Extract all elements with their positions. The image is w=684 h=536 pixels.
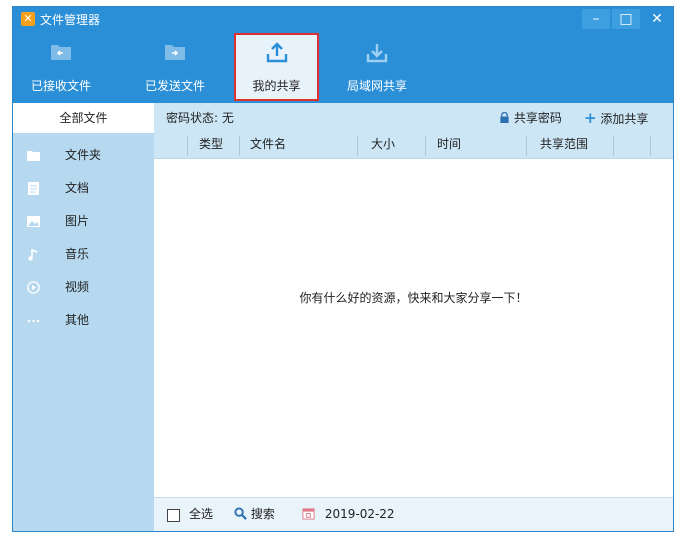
- column-separator[interactable]: [613, 136, 614, 156]
- plus-icon: +: [584, 109, 597, 127]
- add-share-button[interactable]: + 添加共享: [584, 103, 648, 134]
- search-label: 搜索: [250, 507, 275, 521]
- document-icon: [28, 182, 39, 195]
- app-logo-icon: ✕: [21, 12, 35, 26]
- sidebar-item-label: 其他: [65, 313, 90, 327]
- sidebar-item-other[interactable]: 其他: [13, 304, 154, 337]
- file-list-header: 类型 文件名 大小 时间 共享范围: [154, 133, 673, 159]
- empty-message: 你有什么好的资源，快来和大家分享一下！: [299, 291, 528, 305]
- column-filename[interactable]: 文件名: [250, 133, 286, 158]
- sidebar-item-documents[interactable]: 文档: [13, 172, 154, 205]
- sidebar-item-label: 音乐: [65, 247, 90, 261]
- sidebar-item-folders[interactable]: 文件夹: [13, 139, 154, 172]
- upload-icon: [266, 42, 287, 63]
- column-separator[interactable]: [357, 136, 358, 156]
- sidebar: 全部文件 文件夹 文档 图片 音乐 视频 其他: [13, 103, 154, 531]
- sidebar-item-video[interactable]: 视频: [13, 271, 154, 304]
- date-picker[interactable]: 2019-02-22: [302, 498, 395, 531]
- select-all-checkbox[interactable]: [167, 509, 180, 522]
- folder-icon: [27, 151, 40, 161]
- toolbar-label: 已接收文件: [30, 79, 91, 93]
- sidebar-item-music[interactable]: 音乐: [13, 238, 154, 271]
- sidebar-item-label: 视频: [65, 280, 90, 294]
- add-share-label: 添加共享: [600, 112, 649, 126]
- share-password-label: 共享密码: [513, 111, 562, 125]
- lock-icon: [500, 111, 509, 123]
- toolbar-lan-share[interactable]: 局域网共享: [335, 33, 419, 101]
- share-password-button[interactable]: 共享密码: [499, 103, 562, 133]
- column-separator[interactable]: [425, 136, 426, 156]
- sent-folder-icon: [165, 45, 185, 60]
- column-time[interactable]: 时间: [437, 133, 461, 158]
- sidebar-item-label: 图片: [65, 214, 90, 228]
- minimize-button[interactable]: –: [582, 9, 610, 29]
- share-info-bar: 密码状态: 无 共享密码 + 添加共享: [154, 103, 673, 133]
- sidebar-item-images[interactable]: 图片: [13, 205, 154, 238]
- title-bar: ✕ 文件管理器 – □ ✕: [13, 7, 673, 33]
- download-icon: [366, 44, 388, 63]
- toolbar-sent-files[interactable]: 已发送文件: [133, 33, 217, 101]
- music-icon: [28, 249, 37, 261]
- column-type[interactable]: 类型: [199, 133, 223, 158]
- toolbar-label: 局域网共享: [346, 79, 407, 93]
- toolbar-my-share[interactable]: 我的共享: [234, 33, 319, 101]
- image-icon: [27, 216, 40, 227]
- sidebar-item-label: 文件夹: [65, 148, 102, 162]
- toolbar-received-files[interactable]: 已接收文件: [19, 33, 103, 101]
- date-value: 2019-02-22: [324, 507, 395, 521]
- footer-bar: 全选 搜索 2019-02-22: [154, 497, 673, 531]
- video-icon: [27, 281, 40, 294]
- toolbar-label: 我的共享: [252, 79, 301, 93]
- column-separator[interactable]: [650, 136, 651, 156]
- header-bar: ✕ 文件管理器 – □ ✕ 已接收文件 已发送文件 我的共享 局域网共享: [13, 7, 673, 103]
- select-all-label[interactable]: 全选: [189, 498, 213, 531]
- received-folder-icon: [51, 45, 71, 60]
- password-status: 密码状态: 无: [166, 111, 234, 125]
- close-button[interactable]: ✕: [643, 9, 671, 29]
- column-share-scope[interactable]: 共享范围: [540, 133, 588, 158]
- file-manager-window: ✕ 文件管理器 – □ ✕ 已接收文件 已发送文件 我的共享 局域网共享 全部文…: [12, 6, 674, 532]
- column-separator[interactable]: [239, 136, 240, 156]
- more-icon: [27, 319, 40, 323]
- calendar-icon: [302, 508, 315, 520]
- file-list[interactable]: 你有什么好的资源，快来和大家分享一下！: [154, 159, 673, 497]
- search-icon: [234, 507, 247, 520]
- search-button[interactable]: 搜索: [234, 498, 275, 531]
- window-title: 文件管理器: [40, 13, 101, 27]
- maximize-button[interactable]: □: [612, 9, 640, 29]
- toolbar-label: 已发送文件: [144, 79, 205, 93]
- sidebar-item-all-files[interactable]: 全部文件: [13, 103, 154, 133]
- column-separator[interactable]: [526, 136, 527, 156]
- column-size[interactable]: 大小: [371, 133, 395, 158]
- column-separator[interactable]: [187, 136, 188, 156]
- sidebar-item-label: 文档: [65, 181, 90, 195]
